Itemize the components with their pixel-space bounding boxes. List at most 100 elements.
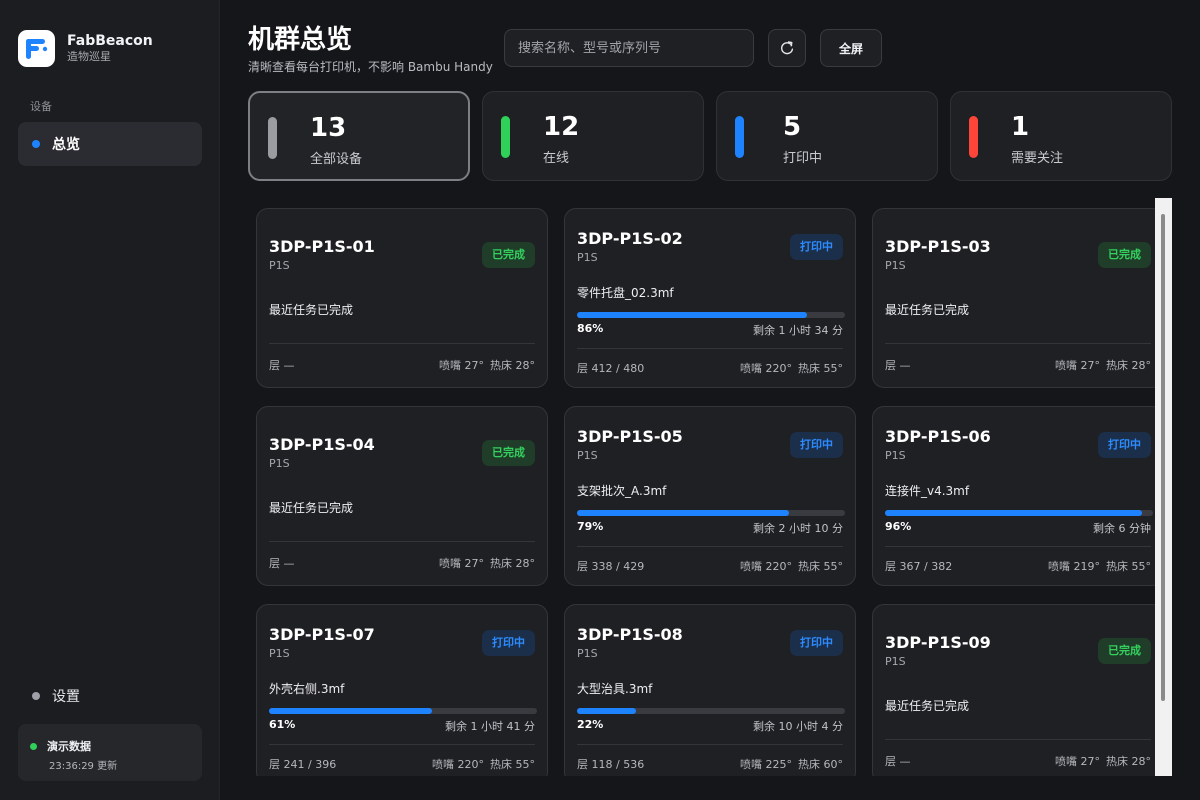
bed-temp: 热床 28°: [490, 557, 535, 570]
stat-bar-icon: [969, 116, 978, 158]
printer-name: 3DP-P1S-06: [885, 427, 991, 446]
temperatures: 喷嘴 220° 热床 55°: [426, 756, 535, 772]
printer-grid: 3DP-P1S-01 P1S 已完成 最近任务已完成层 — 喷嘴 27° 热床 28° 3D…: [248, 198, 1172, 776]
temperatures: 喷嘴 225° 热床 60°: [734, 756, 843, 772]
printer-card[interactable]: 3DP-P1S-02 P1S 打印中 零件托盘_02.3mf 86% 剩余 1 小时 34…: [564, 208, 856, 388]
printer-model: P1S: [577, 251, 598, 264]
dot-icon: [32, 692, 40, 700]
printer-card[interactable]: 3DP-P1S-08 P1S 打印中 大型治具.3mf 22% 剩余 10 小时 4 分层…: [564, 604, 856, 776]
stat-bar-icon: [735, 116, 744, 158]
sidebar-item-settings[interactable]: 设置: [18, 676, 202, 716]
recent-job-status: 最近任务已完成: [269, 501, 354, 515]
stat-all-devices[interactable]: 13 全部设备: [248, 91, 470, 181]
layer-info: 层 —: [885, 755, 911, 768]
stat-value: 1: [1011, 112, 1030, 142]
temperatures: 喷嘴 27° 热床 28°: [1049, 753, 1151, 769]
stat-value: 5: [783, 112, 802, 142]
printer-name: 3DP-P1S-05: [577, 427, 683, 446]
status-badge: 打印中: [482, 630, 535, 656]
stat-label: 全部设备: [310, 152, 363, 167]
layer-info: 层 118 / 536: [577, 758, 645, 771]
stat-printing[interactable]: 5 打印中: [716, 91, 938, 181]
card-divider: [577, 348, 843, 349]
demo-title: 演示数据: [47, 740, 91, 753]
brand-name: FabBeacon: [67, 33, 153, 49]
card-divider: [269, 541, 535, 542]
bed-temp: 热床 60°: [798, 758, 843, 771]
layer-info: 层 412 / 480: [577, 362, 645, 375]
sidebar-item-overview[interactable]: 总览: [18, 122, 202, 166]
progress-fill: [577, 510, 789, 516]
temperatures: 喷嘴 219° 热床 55°: [1042, 558, 1151, 574]
status-badge: 打印中: [790, 432, 843, 458]
card-divider: [885, 343, 1151, 344]
brand: FabBeacon 造物巡星: [18, 30, 153, 67]
bed-temp: 热床 55°: [1106, 560, 1151, 573]
bed-temp: 热床 28°: [1106, 755, 1151, 768]
online-dot-icon: [30, 742, 37, 750]
progress-fill: [577, 312, 807, 318]
card-divider: [269, 744, 535, 745]
printer-name: 3DP-P1S-03: [885, 237, 991, 256]
layer-info: 层 —: [269, 557, 295, 570]
printer-model: P1S: [577, 449, 598, 462]
printer-model: P1S: [885, 259, 906, 272]
printer-name: 3DP-P1S-02: [577, 229, 683, 248]
brand-subtitle: 造物巡星: [67, 50, 111, 63]
card-divider: [577, 744, 843, 745]
printer-card[interactable]: 3DP-P1S-09 P1S 已完成 最近任务已完成层 — 喷嘴 27° 热床 28°: [872, 604, 1164, 776]
status-badge: 已完成: [1098, 242, 1151, 268]
printer-card[interactable]: 3DP-P1S-03 P1S 已完成最近任务已完成层 — 喷嘴 27° 热床 28°: [872, 208, 1164, 388]
progress-percent: 96%: [885, 520, 912, 533]
temperatures: 喷嘴 27° 热床 28°: [433, 357, 535, 373]
nozzle-temp: 喷嘴 220°: [740, 362, 792, 375]
demo-data-status: 演示数据 23:36:29 更新: [18, 724, 202, 781]
layer-info: 层 —: [885, 359, 911, 372]
page-subtitle: 清晰查看每台打印机，不影响 Bambu Handy: [248, 60, 493, 74]
progress-fill: [885, 510, 1142, 516]
card-divider: [577, 546, 843, 547]
nozzle-temp: 喷嘴 27°: [1055, 359, 1100, 372]
nozzle-temp: 喷嘴 219°: [1048, 560, 1100, 573]
card-divider: [269, 343, 535, 344]
printer-model: P1S: [885, 449, 906, 462]
sidebar-item-label: 设置: [52, 689, 80, 705]
printer-card[interactable]: 3DP-P1S-05 P1S 打印中 支架批次_A.3mf 79% 剩余 2 小时 10 …: [564, 406, 856, 586]
search-input[interactable]: [504, 29, 754, 67]
status-badge: 已完成: [482, 440, 535, 466]
printer-card[interactable]: 3DP-P1S-07 P1S 打印中 外壳右侧.3mf 61% 剩余 1 小时 41 分层…: [256, 604, 548, 776]
printer-name: 3DP-P1S-01: [269, 237, 375, 256]
progress-percent: 22%: [577, 718, 604, 731]
progress-percent: 86%: [577, 322, 604, 335]
status-badge: 打印中: [790, 630, 843, 656]
remaining-time: 剩余 6 分钟: [1093, 522, 1151, 535]
status-badge: 已完成: [482, 242, 535, 268]
refresh-button[interactable]: [768, 29, 806, 67]
job-file-name: 支架批次_A.3mf: [577, 484, 667, 498]
progress-fill: [269, 708, 432, 714]
printer-card[interactable]: 3DP-P1S-04 P1S 已完成 最近任务已完成层 — 喷嘴 27° 热床 28°: [256, 406, 548, 586]
stat-label: 打印中: [783, 151, 823, 166]
recent-job-status: 最近任务已完成: [885, 303, 970, 317]
stat-attention[interactable]: 1 需要关注: [950, 91, 1172, 181]
printer-card[interactable]: 3DP-P1S-06 P1S 打印中 连接件_v4.3mf 96% 剩余 6 分钟层 36…: [872, 406, 1164, 586]
printer-model: P1S: [885, 655, 906, 668]
remaining-time: 剩余 1 小时 34 分: [753, 324, 843, 337]
bed-temp: 热床 55°: [798, 362, 843, 375]
stat-label: 需要关注: [1011, 151, 1064, 166]
job-file-name: 外壳右侧.3mf: [269, 682, 345, 696]
layer-info: 层 338 / 429: [577, 560, 645, 573]
printer-name: 3DP-P1S-04: [269, 435, 375, 454]
progress-fill: [577, 708, 636, 714]
update-time: 23:36:29 更新: [49, 761, 118, 772]
remaining-time: 剩余 1 小时 41 分: [445, 720, 535, 733]
temperatures: 喷嘴 27° 热床 28°: [1049, 357, 1151, 373]
fullscreen-button[interactable]: 全屏: [820, 29, 882, 67]
temperatures: 喷嘴 27° 热床 28°: [433, 555, 535, 571]
progress-bar: [269, 708, 537, 714]
remaining-time: 剩余 10 小时 4 分: [753, 720, 843, 733]
progress-bar: [577, 510, 845, 516]
printer-card[interactable]: 3DP-P1S-01 P1S 已完成 最近任务已完成层 — 喷嘴 27° 热床 28°: [256, 208, 548, 388]
scrollbar-thumb[interactable]: [1161, 214, 1165, 701]
stat-online[interactable]: 12 在线: [482, 91, 704, 181]
